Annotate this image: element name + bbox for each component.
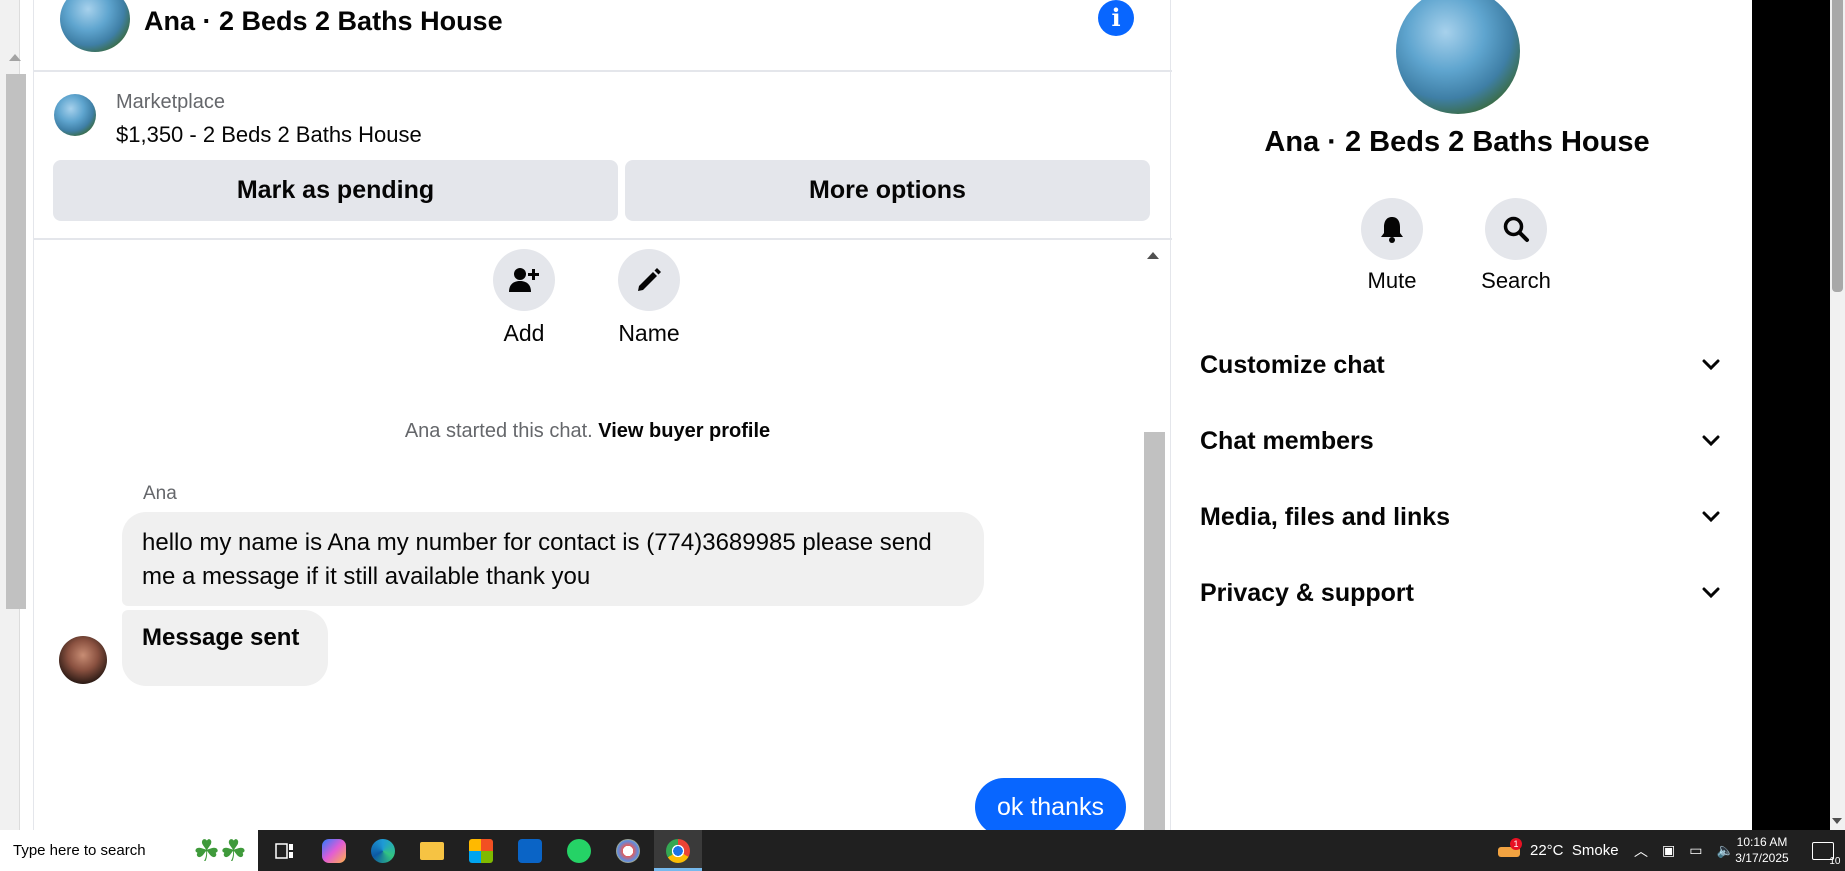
section-label: Privacy & support: [1200, 578, 1414, 607]
view-buyer-profile-link[interactable]: View buyer profile: [598, 420, 770, 442]
network-icon[interactable]: ▭: [1689, 842, 1702, 859]
chevron-down-icon: [1702, 359, 1720, 371]
add-person-icon: [509, 268, 539, 292]
scrollbar-thumb[interactable]: [1144, 432, 1165, 830]
mark-as-pending-button[interactable]: Mark as pending: [53, 160, 618, 221]
sender-avatar[interactable]: [59, 636, 107, 684]
mute-button[interactable]: [1361, 198, 1423, 260]
panel-title: Ana · 2 Beds 2 Baths House: [1264, 126, 1650, 158]
system-tray: ︿ ▣ ▭ 🔈: [1634, 830, 1734, 871]
chat-started-text: Ana started this chat.: [404, 420, 593, 442]
window-gap: [1752, 0, 1830, 830]
meet-icon[interactable]: ▣: [1662, 842, 1675, 859]
search-label: Search: [1481, 268, 1551, 293]
pencil-icon: [638, 268, 661, 291]
search-in-chat-button[interactable]: [1485, 198, 1547, 260]
listing-price-title[interactable]: $1,350 - 2 Beds 2 Baths House: [116, 122, 422, 148]
weather-text: 22°C Smoke: [1530, 842, 1619, 859]
name-label: Name: [618, 320, 680, 346]
thread-scrollbar[interactable]: [1141, 242, 1166, 830]
more-options-button[interactable]: More options: [625, 160, 1150, 221]
sender-name: Ana: [143, 483, 177, 504]
notification-count: 10: [1829, 855, 1841, 867]
house-avatar[interactable]: [60, 0, 130, 52]
clock-date: 3/17/2025: [1735, 851, 1789, 865]
marketplace-label: Marketplace: [116, 91, 225, 113]
chat-header: Ana · 2 Beds 2 Baths House i: [34, 0, 1172, 72]
weather-icon: 1: [1498, 837, 1522, 861]
add-label: Add: [503, 320, 545, 346]
taskbar: Type here to search ☘☘ 1 22°C Smoke ︿ ▣ …: [0, 830, 1845, 871]
section-label: Chat members: [1200, 426, 1374, 455]
task-view-icon[interactable]: [261, 830, 309, 871]
chat-details-panel: Ana · 2 Beds 2 Baths House Mute Search C…: [1172, 0, 1752, 830]
chat-window: Ana · 2 Beds 2 Baths House i Marketplace…: [33, 0, 1172, 830]
copilot-icon[interactable]: [310, 830, 358, 871]
scroll-down-arrow[interactable]: [1832, 818, 1842, 824]
browser-scrollbar[interactable]: [1830, 0, 1845, 830]
weather-badge: 1: [1510, 837, 1522, 850]
info-icon[interactable]: i: [1098, 0, 1134, 36]
my-message-bubble[interactable]: ok thanks: [975, 778, 1126, 830]
whatsapp-icon[interactable]: [555, 830, 603, 871]
name-chat-button[interactable]: [618, 249, 680, 311]
scrollbar-thumb[interactable]: [1832, 0, 1843, 292]
weather-widget[interactable]: 1 22°C Smoke: [1498, 830, 1619, 871]
section-label: Customize chat: [1200, 350, 1385, 379]
scrollbar-thumb[interactable]: [6, 74, 26, 609]
privacy-support-section[interactable]: Privacy & support: [1200, 571, 1720, 615]
edge-icon[interactable]: [359, 830, 407, 871]
outlook-icon[interactable]: [506, 830, 554, 871]
search-icon: [1503, 216, 1529, 242]
message-bubble[interactable]: hello my name is Ana my number for conta…: [122, 512, 984, 606]
media-files-links-section[interactable]: Media, files and links: [1200, 495, 1720, 539]
chat-members-section[interactable]: Chat members: [1200, 419, 1720, 463]
chevron-down-icon: [1702, 587, 1720, 599]
bell-icon: [1381, 217, 1403, 243]
scroll-up-arrow[interactable]: [1147, 252, 1159, 259]
file-explorer-icon[interactable]: [408, 830, 456, 871]
listing-thumbnail[interactable]: [54, 94, 96, 136]
chevron-down-icon: [1702, 511, 1720, 523]
notification-icon: 10: [1811, 841, 1841, 867]
section-label: Media, files and links: [1200, 502, 1451, 531]
paint-icon[interactable]: [604, 830, 652, 871]
chrome-icon[interactable]: [654, 830, 702, 871]
page-scrollbar[interactable]: [0, 0, 26, 830]
notification-button[interactable]: 10: [1800, 830, 1845, 871]
panel-house-avatar[interactable]: [1396, 0, 1520, 114]
chat-title[interactable]: Ana · 2 Beds 2 Baths House: [144, 6, 503, 37]
listing-card: Marketplace $1,350 - 2 Beds 2 Baths Hous…: [34, 72, 1172, 240]
add-people-button[interactable]: [493, 249, 555, 311]
mute-label: Mute: [1367, 268, 1417, 293]
chevron-down-icon: [1702, 435, 1720, 447]
chat-started-notice: Ana started this chat. View buyer profil…: [34, 420, 1141, 443]
scroll-up-arrow[interactable]: [9, 54, 21, 61]
store-icon[interactable]: [457, 830, 505, 871]
message-thread: Add Name Ana started this chat. View buy…: [34, 242, 1172, 830]
clock-time: 10:16 AM: [1736, 835, 1788, 849]
message-bubble[interactable]: Message sent: [122, 610, 328, 686]
customize-chat-section[interactable]: Customize chat: [1200, 343, 1720, 387]
clock[interactable]: 10:16 AM 3/17/2025: [1722, 834, 1802, 866]
chevron-up-icon[interactable]: ︿: [1634, 841, 1648, 861]
clover-icon[interactable]: ☘☘: [188, 832, 252, 870]
